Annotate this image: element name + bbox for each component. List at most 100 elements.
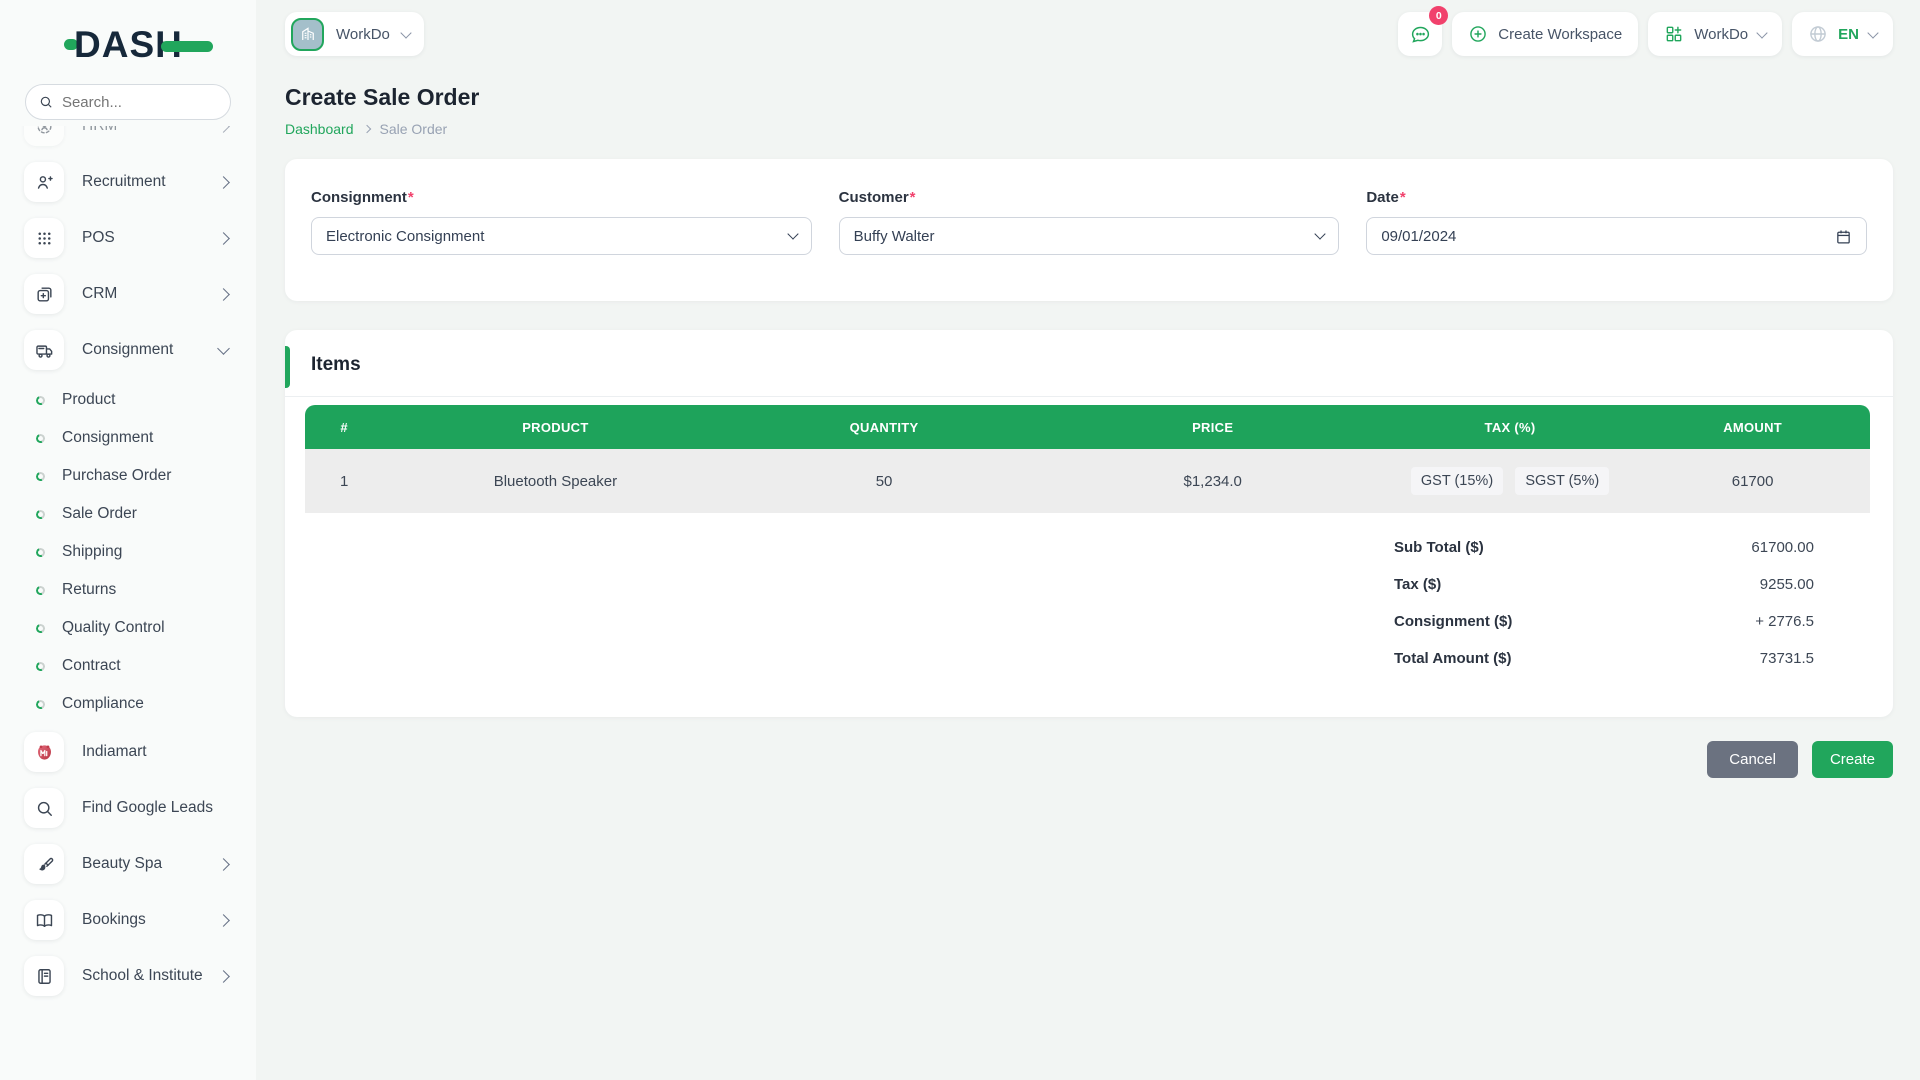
order-summary: Sub Total ($) 61700.00 Tax ($) 9255.00 C… bbox=[1394, 529, 1870, 677]
top-bar: WorkDo 0 Create Workspace WorkDo EN bbox=[285, 12, 1893, 56]
breadcrumb-dashboard-link[interactable]: Dashboard bbox=[285, 121, 354, 137]
language-selector[interactable]: EN bbox=[1792, 12, 1893, 56]
table-row: 1 Bluetooth Speaker 50 $1,234.0 GST (15%… bbox=[305, 449, 1870, 513]
brush-icon bbox=[24, 844, 64, 884]
sidebar-subitem-label: Contract bbox=[62, 657, 121, 675]
chevron-down-icon bbox=[1315, 228, 1326, 239]
date-label: Date* bbox=[1366, 189, 1867, 206]
bullet-icon bbox=[35, 584, 47, 596]
items-card-header: Items bbox=[285, 330, 1893, 397]
circle-plus-icon bbox=[1468, 24, 1488, 44]
date-input[interactable] bbox=[1381, 228, 1835, 245]
logo-bar bbox=[161, 41, 213, 52]
sidebar-subitem-consignment[interactable]: Consignment bbox=[36, 424, 256, 452]
sidebar-item-label: Beauty Spa bbox=[82, 855, 219, 873]
customer-field: Customer* Buffy Walter bbox=[839, 189, 1340, 255]
sidebar-item-label: School & Institute bbox=[82, 967, 219, 985]
workdo-menu-button[interactable]: WorkDo bbox=[1648, 12, 1782, 56]
workspace-selector[interactable]: WorkDo bbox=[285, 12, 424, 56]
sidebar-subitem-label: Sale Order bbox=[62, 505, 137, 523]
customer-label: Customer* bbox=[839, 189, 1340, 206]
sidebar-item-school-institute[interactable]: School & Institute bbox=[24, 956, 256, 996]
sidebar-subitem-label: Compliance bbox=[62, 695, 144, 713]
calendar-icon[interactable] bbox=[1835, 228, 1852, 245]
book-icon bbox=[24, 900, 64, 940]
sidebar-menu: HRM Recruitment POS CRM bbox=[0, 126, 256, 1080]
school-icon bbox=[24, 956, 64, 996]
sidebar-item-indiamart[interactable]: Indiamart bbox=[24, 732, 256, 772]
bullet-icon bbox=[35, 470, 47, 482]
sidebar-subitem-quality-control[interactable]: Quality Control bbox=[36, 614, 256, 642]
create-workspace-label: Create Workspace bbox=[1498, 26, 1622, 43]
table-header-row: # PRODUCT QUANTITY PRICE TAX (%) AMOUNT bbox=[305, 405, 1870, 449]
sidebar-item-crm[interactable]: CRM bbox=[24, 274, 256, 314]
sidebar-item-label: Indiamart bbox=[82, 743, 228, 761]
sidebar-item-pos[interactable]: POS bbox=[24, 218, 256, 258]
sidebar-subitem-shipping[interactable]: Shipping bbox=[36, 538, 256, 566]
sidebar-item-label: Bookings bbox=[82, 911, 219, 929]
cell-product: Bluetooth Speaker bbox=[383, 449, 727, 513]
order-form-card: Consignment* Electronic Consignment Cust… bbox=[285, 159, 1893, 301]
create-button[interactable]: Create bbox=[1812, 741, 1893, 778]
create-workspace-button[interactable]: Create Workspace bbox=[1452, 12, 1638, 56]
sidebar-item-label: POS bbox=[82, 229, 219, 247]
chevron-right-icon bbox=[217, 232, 230, 245]
search-icon bbox=[24, 788, 64, 828]
bullet-icon bbox=[35, 698, 47, 710]
sidebar-subitem-contract[interactable]: Contract bbox=[36, 652, 256, 680]
bullet-icon bbox=[35, 622, 47, 634]
sidebar-subitem-label: Quality Control bbox=[62, 619, 165, 637]
chevron-right-icon bbox=[217, 970, 230, 983]
chevron-down-icon bbox=[217, 342, 230, 355]
summary-consignment: Consignment ($) + 2776.5 bbox=[1394, 603, 1870, 640]
sidebar-subitem-sale-order[interactable]: Sale Order bbox=[36, 500, 256, 528]
sidebar-item-recruitment[interactable]: Recruitment bbox=[24, 162, 256, 202]
sidebar-item-label: CRM bbox=[82, 285, 219, 303]
messages-button[interactable]: 0 bbox=[1398, 12, 1442, 56]
customer-selected-value: Buffy Walter bbox=[854, 228, 935, 245]
sidebar-item-find-google-leads[interactable]: Find Google Leads bbox=[24, 788, 256, 828]
summary-tax: Tax ($) 9255.00 bbox=[1394, 566, 1870, 603]
search-icon bbox=[39, 94, 53, 110]
sidebar-item-label: Recruitment bbox=[82, 173, 219, 191]
bullet-icon bbox=[35, 508, 47, 520]
col-num: # bbox=[305, 405, 383, 449]
required-asterisk: * bbox=[408, 189, 414, 206]
chevron-down-icon bbox=[787, 228, 798, 239]
breadcrumb: Dashboard Sale Order bbox=[285, 121, 1893, 137]
consignment-select[interactable]: Electronic Consignment bbox=[311, 217, 812, 255]
form-actions: Cancel Create bbox=[285, 741, 1893, 778]
sidebar-item-beauty-spa[interactable]: Beauty Spa bbox=[24, 844, 256, 884]
grid-plus-icon bbox=[1664, 24, 1684, 44]
cell-amount: 61700 bbox=[1635, 449, 1870, 513]
cell-quantity: 50 bbox=[728, 449, 1041, 513]
sidebar-subitem-purchase-order[interactable]: Purchase Order bbox=[36, 462, 256, 490]
chevron-right-icon bbox=[362, 125, 370, 133]
workspace-building-icon bbox=[291, 18, 324, 51]
chevron-down-icon bbox=[400, 27, 411, 38]
required-asterisk: * bbox=[1400, 189, 1406, 206]
sidebar-subitem-compliance[interactable]: Compliance bbox=[36, 690, 256, 718]
chevron-right-icon bbox=[217, 858, 230, 871]
chevron-right-icon bbox=[217, 176, 230, 189]
bullet-icon bbox=[35, 432, 47, 444]
sidebar-item-bookings[interactable]: Bookings bbox=[24, 900, 256, 940]
sidebar-subitem-product[interactable]: Product bbox=[36, 386, 256, 414]
customer-select[interactable]: Buffy Walter bbox=[839, 217, 1340, 255]
sidebar-item-consignment[interactable]: Consignment bbox=[24, 330, 256, 370]
tax-badge: GST (15%) bbox=[1411, 467, 1503, 495]
workdo-label: WorkDo bbox=[1694, 26, 1748, 43]
recruitment-icon bbox=[24, 162, 64, 202]
chevron-right-icon bbox=[217, 288, 230, 301]
dash-logo: DASH bbox=[64, 22, 256, 66]
sidebar-item-label: HRM bbox=[82, 126, 219, 135]
hrm-icon bbox=[24, 126, 64, 146]
summary-total: Total Amount ($) 73731.5 bbox=[1394, 640, 1870, 677]
cancel-button[interactable]: Cancel bbox=[1707, 741, 1798, 778]
sidebar-item-hrm[interactable]: HRM bbox=[24, 126, 256, 146]
indiamart-icon bbox=[24, 732, 64, 772]
search-input[interactable] bbox=[62, 94, 217, 111]
sidebar-subitem-returns[interactable]: Returns bbox=[36, 576, 256, 604]
sidebar-search[interactable] bbox=[25, 84, 231, 120]
chevron-down-icon bbox=[1756, 27, 1767, 38]
